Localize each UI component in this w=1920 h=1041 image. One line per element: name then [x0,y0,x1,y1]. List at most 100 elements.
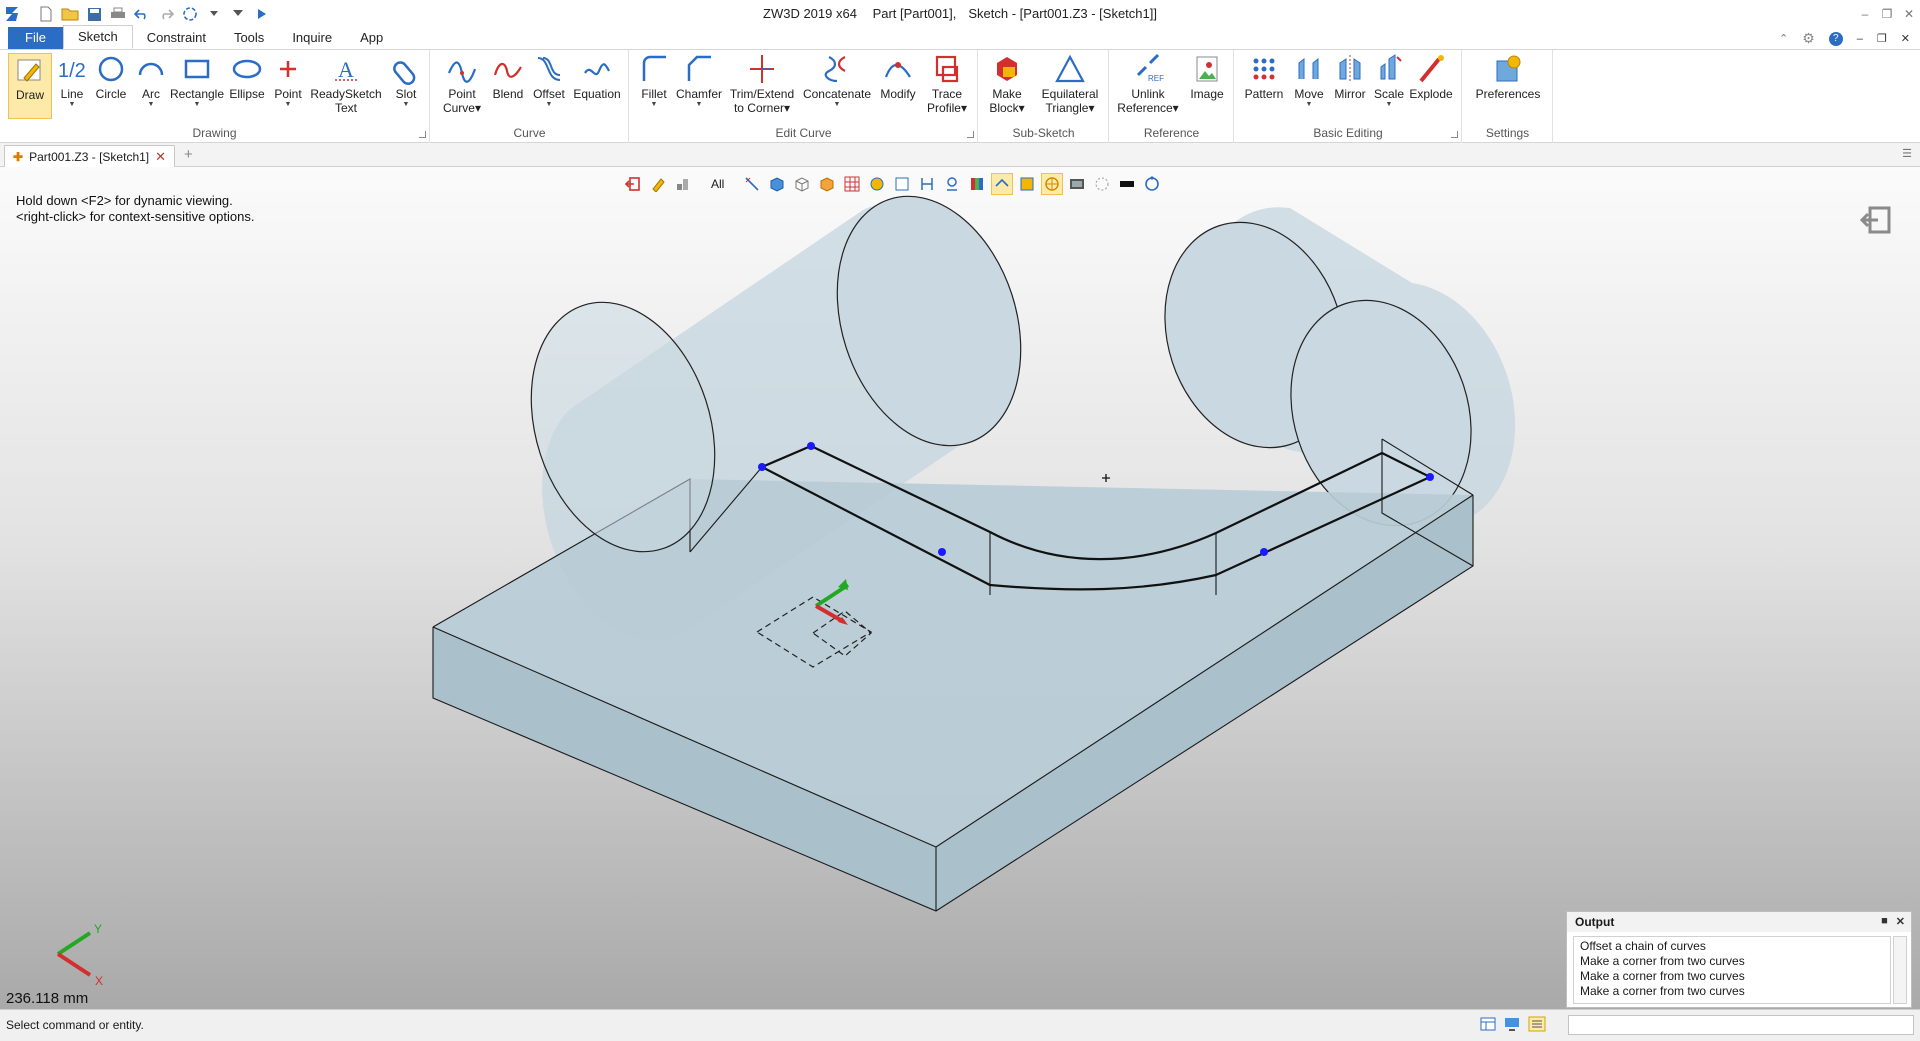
close-tab-icon[interactable]: ✕ [155,149,166,165]
close-icon[interactable]: ✕ [1898,4,1920,24]
3d-viewport[interactable]: Hold down <F2> for dynamic viewing. <rig… [0,167,1920,1009]
pencil-icon [17,59,41,82]
app-logo-icon[interactable] [3,5,21,23]
scale-button[interactable]: Scale ▼ [1371,53,1407,109]
undo-icon[interactable] [131,3,153,25]
equation-button[interactable]: Equation [569,53,625,101]
add-tab-icon[interactable]: + [184,146,193,163]
circle-icon [98,56,124,82]
ellipse-button[interactable]: Ellipse [226,53,268,101]
output-line: Offset a chain of curves [1580,939,1706,953]
blend-button[interactable]: Blend [489,53,527,101]
model-canvas[interactable]: Y X [0,167,1920,1009]
equilateral-triangle-button[interactable]: Equilateral Triangle▾ [1035,53,1105,115]
pin-icon[interactable]: ✚ [13,150,23,164]
offset-icon [537,57,561,81]
help-icon[interactable]: ? [1828,31,1843,46]
chevron-down-icon[interactable] [203,3,225,25]
group-label-sub-sketch: Sub-Sketch [1012,126,1075,140]
open-folder-icon[interactable] [59,3,81,25]
concatenate-button[interactable]: Concatenate ▼ [800,53,874,109]
customize-qat-icon[interactable] [227,3,249,25]
monitor-icon[interactable] [1504,1016,1520,1035]
circle-button[interactable]: Circle [92,53,130,101]
group-label-settings: Settings [1485,126,1530,140]
scale-icon [1380,54,1402,80]
slot-icon [393,61,416,85]
rectangle-icon [184,59,210,79]
output-line: Make a corner from two curves [1580,969,1745,983]
basic-editing-launcher-icon[interactable] [1451,131,1458,138]
group-label-drawing: Drawing [192,126,237,140]
command-input[interactable] [1568,1015,1914,1035]
restore-icon[interactable]: ❐ [1876,4,1898,24]
status-text: Select command or entity. [6,1018,144,1032]
new-file-icon[interactable] [35,3,57,25]
tab-list-icon[interactable]: ☰ [1902,147,1912,160]
measurement-readout: 236.118 mm [6,990,89,1007]
panel-toggle-icon[interactable] [1528,1016,1546,1035]
pattern-button[interactable]: Pattern [1241,53,1287,101]
save-icon[interactable] [83,3,105,25]
modify-button[interactable]: Modify [876,53,920,101]
close-panel-icon[interactable]: ✕ [1896,915,1905,928]
trace-profile-button[interactable]: Trace Profile▾ [922,53,972,115]
point-button[interactable]: Point ▼ [270,53,306,109]
play-icon[interactable] [251,3,273,25]
group-label-basic-editing: Basic Editing [1313,126,1383,140]
block-icon [997,57,1017,81]
pin-panel-icon[interactable]: ■ [1881,915,1888,928]
drawing-launcher-icon[interactable] [419,131,426,138]
edit-curve-launcher-icon[interactable] [967,131,974,138]
doc-restore-icon[interactable]: ❐ [1877,32,1887,45]
redo-icon[interactable] [155,3,177,25]
document-tab[interactable]: ✚ Part001.Z3 - [Sketch1] ✕ [4,145,176,167]
status-bar: Select command or entity. [0,1009,1920,1041]
point-curve-button[interactable]: Point Curve▾ [439,53,485,115]
doc-close-icon[interactable]: ✕ [1901,32,1910,45]
chamfer-button[interactable]: Chamfer ▼ [674,53,724,109]
image-button[interactable]: Image [1186,53,1228,101]
group-basic-editing: Pattern Move ▼ Mirror Scale ▼ Explode Basi… [1235,50,1462,143]
group-edit-curve: Fillet ▼ Chamfer ▼ Trim/Extend to Corner▾ C… [630,50,978,143]
group-reference: REF Unlink Reference▾ Image Reference [1110,50,1234,143]
tab-inquire[interactable]: Inquire [278,27,346,49]
offset-button[interactable]: Offset ▼ [529,53,569,109]
trace-icon [935,55,959,83]
tab-app[interactable]: App [346,27,397,49]
move-button[interactable]: Move ▼ [1289,53,1329,109]
minimize-icon[interactable]: – [1854,4,1876,24]
mirror-button[interactable]: Mirror [1329,53,1371,101]
print-icon[interactable] [107,3,129,25]
explode-button[interactable]: Explode [1407,53,1455,101]
collapse-ribbon-icon[interactable]: ⌃ [1779,32,1788,45]
chamfer-icon [687,55,711,81]
output-scrollbar[interactable] [1893,936,1907,1004]
trim-extend-button[interactable]: Trim/Extend to Corner▾ [726,53,798,115]
slot-button[interactable]: Slot ▼ [386,53,426,109]
unlink-reference-button[interactable]: REF Unlink Reference▾ [1116,53,1180,115]
doc-minimize-icon[interactable]: – [1857,33,1863,45]
triangle-icon [1055,54,1085,83]
output-log[interactable]: Offset a chain of curves Make a corner f… [1573,936,1891,1004]
tab-constraint[interactable]: Constraint [133,27,220,49]
output-header: Output ■ ✕ [1567,912,1911,932]
fillet-button[interactable]: Fillet ▼ [634,53,674,109]
line-icon: 1/2 [58,60,86,82]
view-reset-icon[interactable] [179,3,201,25]
cursor-crosshair [1102,474,1110,482]
ribbon-tabs: File Sketch Constraint Tools Inquire App… [0,25,1920,50]
layout-icon[interactable] [1480,1016,1496,1035]
tab-file[interactable]: File [8,27,63,49]
line-button[interactable]: 1/2 Line ▼ [54,53,90,109]
readysketch-text-button[interactable]: A ReadySketch Text [310,53,382,115]
tab-tools[interactable]: Tools [220,27,278,49]
draw-button[interactable]: Draw [8,53,52,119]
arc-button[interactable]: Arc ▼ [134,53,168,109]
text-icon: A [335,57,357,82]
make-block-button[interactable]: Make Block▾ [983,53,1031,115]
tab-sketch[interactable]: Sketch [62,25,133,49]
gear-icon[interactable]: ⚙ [1802,30,1815,47]
preferences-button[interactable]: Preferences [1467,53,1549,101]
rectangle-button[interactable]: Rectangle ▼ [168,53,226,109]
